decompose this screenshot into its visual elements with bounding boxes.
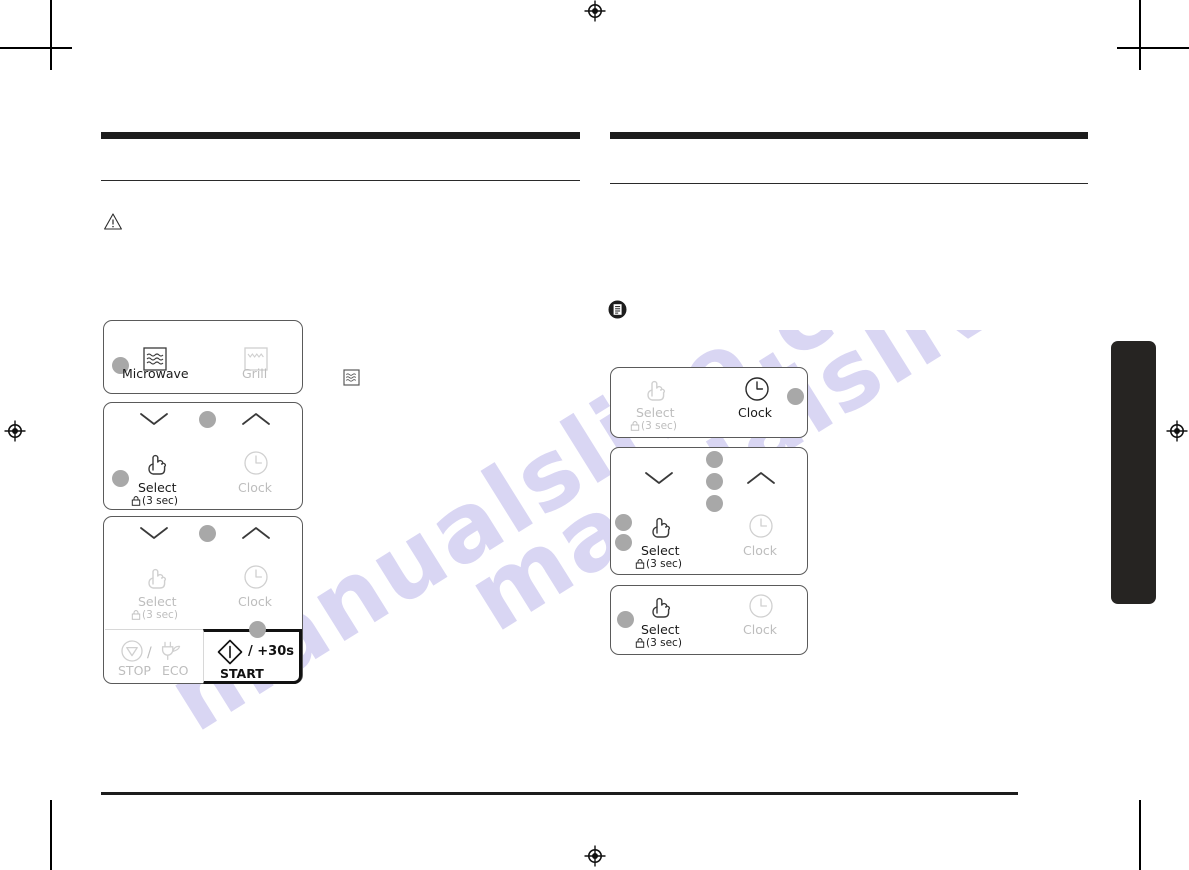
eco-label: ECO — [162, 663, 189, 678]
lock-icon — [635, 559, 645, 569]
select-label: Select — [636, 405, 675, 420]
clock-icon[interactable] — [243, 450, 269, 476]
select-hold-label: (3 sec) — [131, 609, 178, 621]
press-dot — [615, 534, 632, 551]
press-dot — [112, 470, 129, 487]
chevron-down-icon[interactable] — [644, 470, 674, 486]
stop-triangle-icon[interactable] — [120, 639, 144, 663]
crop-mark-top-left-v — [50, 0, 52, 70]
press-dot — [787, 388, 804, 405]
crop-mark-top-right-v — [1139, 0, 1141, 70]
clock-label: Clock — [738, 405, 772, 420]
crop-mark-top-left-h — [0, 47, 72, 49]
stop-eco-separator: / — [147, 645, 152, 661]
panel-select-clock-1[interactable]: Select (3 sec) Clock — [103, 402, 303, 510]
select-hold-text: (3 sec) — [142, 609, 178, 621]
hand-press-icon[interactable] — [648, 511, 674, 539]
clock-icon[interactable] — [748, 513, 774, 539]
clock-label: Clock — [238, 480, 272, 495]
lock-icon — [131, 610, 141, 620]
panel-arrows-select[interactable]: Select (3 sec) Clock — [610, 447, 808, 575]
hand-press-icon[interactable] — [648, 591, 674, 619]
microwave-wave-icon-inline — [343, 369, 360, 386]
crop-mark-bottom-right-v — [1139, 800, 1141, 870]
right-column-rule — [610, 183, 1088, 184]
select-label: Select — [138, 480, 177, 495]
panel-select-final[interactable]: Select (3 sec) Clock — [610, 585, 808, 655]
press-dot — [199, 525, 216, 542]
select-hold-label: (3 sec) — [635, 637, 682, 649]
panel-mode-select[interactable]: Microwave Grill — [103, 320, 303, 394]
start-plus30-label: / +30s — [248, 644, 294, 659]
chapter-edge-tab — [1111, 341, 1156, 604]
microwave-label: Microwave — [122, 366, 189, 381]
press-dot — [706, 495, 723, 512]
left-column-title-bar — [101, 132, 580, 139]
clock-icon[interactable] — [744, 376, 770, 402]
lock-icon — [635, 638, 645, 648]
registration-target-top — [584, 0, 606, 22]
chevron-down-icon[interactable] — [139, 411, 169, 427]
press-dot — [249, 621, 266, 638]
note-document-icon — [608, 300, 627, 319]
grill-label: Grill — [242, 366, 268, 381]
select-hold-text: (3 sec) — [646, 558, 682, 570]
select-hold-text: (3 sec) — [142, 495, 178, 507]
chevron-up-icon[interactable] — [241, 411, 271, 427]
start-label: START — [220, 666, 264, 681]
clock-icon[interactable] — [748, 593, 774, 619]
lock-icon — [630, 421, 640, 431]
clock-label: Clock — [743, 622, 777, 637]
chevron-down-icon[interactable] — [139, 525, 169, 541]
select-label: Select — [641, 622, 680, 637]
start-button-region[interactable]: / +30s START — [203, 629, 302, 684]
crop-mark-bottom-left-v — [50, 800, 52, 870]
chevron-up-icon[interactable] — [241, 525, 271, 541]
press-dot — [706, 451, 723, 468]
hand-press-icon[interactable] — [643, 374, 669, 402]
select-hold-label: (3 sec) — [630, 420, 677, 432]
clock-label: Clock — [238, 594, 272, 609]
registration-target-right — [1166, 420, 1188, 442]
clock-label: Clock — [743, 543, 777, 558]
panel-select-clock-start[interactable]: Select (3 sec) Clock / STOP ECO / +30s S… — [103, 516, 303, 684]
select-hold-label: (3 sec) — [131, 495, 178, 507]
press-dot — [706, 473, 723, 490]
press-dot — [615, 514, 632, 531]
press-dot — [617, 611, 634, 628]
select-hold-text: (3 sec) — [641, 420, 677, 432]
footer-rule — [101, 792, 1018, 795]
warning-triangle-icon — [103, 212, 123, 231]
crop-mark-top-right-h — [1117, 47, 1189, 49]
chevron-up-icon[interactable] — [746, 470, 776, 486]
hand-press-icon[interactable] — [144, 562, 170, 590]
hand-press-icon[interactable] — [144, 448, 170, 476]
lock-icon — [131, 496, 141, 506]
select-hold-text: (3 sec) — [646, 637, 682, 649]
select-label: Select — [138, 594, 177, 609]
registration-target-bottom — [584, 845, 606, 867]
registration-target-left — [4, 420, 26, 442]
press-dot — [199, 411, 216, 428]
stop-label: STOP — [118, 663, 151, 678]
left-column-rule — [101, 180, 580, 181]
select-label: Select — [641, 543, 680, 558]
start-diamond-icon[interactable] — [216, 638, 244, 666]
eco-plug-leaf-icon[interactable] — [159, 639, 185, 663]
panel-clock-active[interactable]: Select (3 sec) Clock — [610, 367, 808, 438]
select-hold-label: (3 sec) — [635, 558, 682, 570]
right-column-title-bar — [610, 132, 1088, 139]
clock-icon[interactable] — [243, 564, 269, 590]
